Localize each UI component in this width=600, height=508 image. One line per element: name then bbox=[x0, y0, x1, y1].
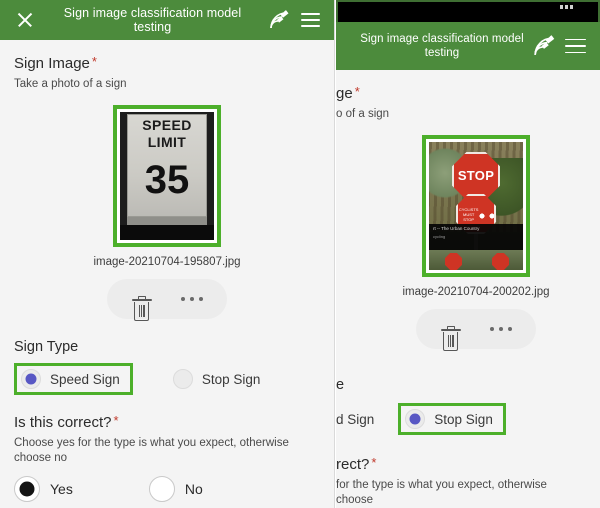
satellite-icon bbox=[534, 35, 555, 55]
radio-stop-sign[interactable] bbox=[172, 369, 193, 389]
sign-image-question-label: Sign Image * bbox=[14, 54, 320, 72]
right-attachment-highlight-box: STOP CYCLISTS MUST STOP rt -- The Urban C… bbox=[422, 135, 530, 277]
right-is-correct-hint: for the type is what you expect, otherwi… bbox=[336, 479, 547, 506]
is-correct-option-yes[interactable]: Yes bbox=[14, 476, 73, 502]
right-radio-stop-sign-label: Stop Sign bbox=[434, 411, 493, 427]
hamburger-menu-icon bbox=[300, 13, 320, 27]
sign-speed-number: 35 bbox=[144, 158, 190, 202]
ellipsis-icon bbox=[180, 297, 185, 301]
right-sign-type-option-stop-sign[interactable]: Stop Sign bbox=[398, 403, 506, 435]
photo-caption-overlay: rt -- The Urban Country cycling bbox=[429, 224, 523, 250]
right-attachment-actions-bar bbox=[416, 309, 536, 351]
ellipsis-icon bbox=[489, 327, 494, 331]
radio-yes-label: Yes bbox=[50, 481, 73, 497]
required-asterisk: * bbox=[91, 54, 97, 69]
attachment-actions-bar bbox=[107, 279, 227, 321]
hamburger-menu-icon bbox=[564, 38, 586, 54]
sign-plate: SPEED LIMIT 35 bbox=[127, 114, 207, 217]
right-is-correct-label-text: rect? bbox=[336, 456, 370, 473]
right-screenshot-panel: Sign image classification model testing bbox=[336, 0, 600, 508]
photo-bottom-strip bbox=[429, 250, 523, 270]
menu-button-right[interactable] bbox=[560, 31, 590, 61]
sign-type-radio-group: Speed Sign Stop Sign bbox=[14, 363, 320, 395]
device-status-bar bbox=[336, 0, 600, 22]
satellite-button[interactable] bbox=[265, 5, 295, 35]
is-correct-question-label: Is this correct? * bbox=[14, 413, 320, 431]
right-is-correct-question-label: rect? * bbox=[336, 455, 586, 473]
cyclist-sign-text: CYCLISTS MUST STOP bbox=[458, 206, 479, 222]
sign-image-label-text: Sign Image bbox=[14, 55, 90, 72]
is-correct-option-no[interactable]: No bbox=[148, 476, 203, 502]
left-form-body: Sign Image * Take a photo of a sign SPEED… bbox=[0, 54, 334, 508]
required-asterisk-r2: * bbox=[371, 455, 377, 470]
left-screenshot-panel: Sign image classification model testing bbox=[0, 0, 335, 508]
required-asterisk-r1: * bbox=[354, 84, 360, 99]
close-button[interactable] bbox=[10, 5, 40, 35]
right-sign-type-radio-group: d Sign Stop Sign bbox=[336, 403, 586, 435]
right-sign-image-question-label: ge * bbox=[336, 84, 586, 102]
sign-type-label: Sign Type bbox=[14, 339, 79, 355]
left-app-header: Sign image classification model testing bbox=[0, 0, 334, 40]
is-correct-hint: Choose yes for the type is what you expe… bbox=[14, 437, 289, 464]
photo-foreground-dark bbox=[120, 225, 214, 240]
radio-stop-sign-label: Stop Sign bbox=[201, 371, 261, 387]
sign-type-option-speed-sign[interactable]: Speed Sign bbox=[14, 363, 133, 395]
satellite-button-right[interactable] bbox=[530, 31, 560, 61]
right-attachment-thumbnail-wrapper: STOP CYCLISTS MUST STOP rt -- The Urban C… bbox=[366, 135, 586, 277]
attachment-actions-wrapper bbox=[14, 279, 320, 321]
radio-no[interactable] bbox=[148, 476, 175, 502]
right-sign-image-hint: o of a sign bbox=[336, 108, 390, 120]
right-radio-speed-sign-label: d Sign bbox=[336, 411, 375, 427]
right-form-body: ge * o of a sign STOP CYCLISTS MUST STOP… bbox=[336, 84, 600, 508]
right-attachment-actions-wrapper bbox=[366, 309, 586, 351]
is-correct-radio-group: Yes No bbox=[14, 476, 320, 502]
radio-speed-sign-label: Speed Sign bbox=[50, 371, 120, 387]
right-app-header: Sign image classification model testing bbox=[336, 22, 600, 70]
right-sign-image-label-text: ge bbox=[336, 85, 353, 102]
right-attachment-filename: image-20210704-200202.jpg bbox=[402, 286, 550, 298]
attachment-filename: image-20210704-195807.jpg bbox=[93, 256, 241, 268]
status-signal-icons bbox=[560, 5, 573, 9]
attachment-thumbnail-wrapper: SPEED LIMIT 35 bbox=[14, 105, 320, 247]
required-asterisk-2: * bbox=[113, 413, 119, 428]
is-correct-label-text: Is this correct? bbox=[14, 414, 112, 431]
right-header-title: Sign image classification model testing bbox=[360, 33, 524, 59]
right-radio-stop-sign[interactable] bbox=[405, 409, 426, 429]
stop-sign-octagon: STOP bbox=[452, 152, 500, 200]
radio-speed-sign[interactable] bbox=[21, 369, 41, 389]
more-options-button[interactable] bbox=[180, 297, 203, 301]
right-more-options-button[interactable] bbox=[489, 327, 512, 331]
bicycle-icon bbox=[479, 210, 494, 219]
left-header-title: Sign image classification model testing bbox=[63, 6, 242, 34]
attachment-highlight-box: SPEED LIMIT 35 bbox=[113, 105, 221, 247]
close-icon bbox=[16, 11, 34, 29]
menu-button[interactable] bbox=[295, 5, 325, 35]
speed-limit-sign-photo[interactable]: SPEED LIMIT 35 bbox=[120, 112, 214, 240]
screenshot-root: Sign image classification model testing bbox=[0, 0, 600, 508]
right-sign-type-label: e bbox=[336, 377, 345, 393]
satellite-icon bbox=[270, 10, 289, 29]
right-sign-type-option-speed-sign[interactable]: d Sign bbox=[336, 412, 374, 427]
sign-image-hint: Take a photo of a sign bbox=[14, 78, 127, 90]
radio-no-label: No bbox=[184, 481, 203, 497]
sign-post bbox=[127, 217, 207, 225]
radio-yes[interactable] bbox=[14, 476, 40, 502]
stop-sign-photo[interactable]: STOP CYCLISTS MUST STOP rt -- The Urban C… bbox=[429, 142, 523, 270]
sign-type-option-stop-sign[interactable]: Stop Sign bbox=[172, 369, 261, 389]
